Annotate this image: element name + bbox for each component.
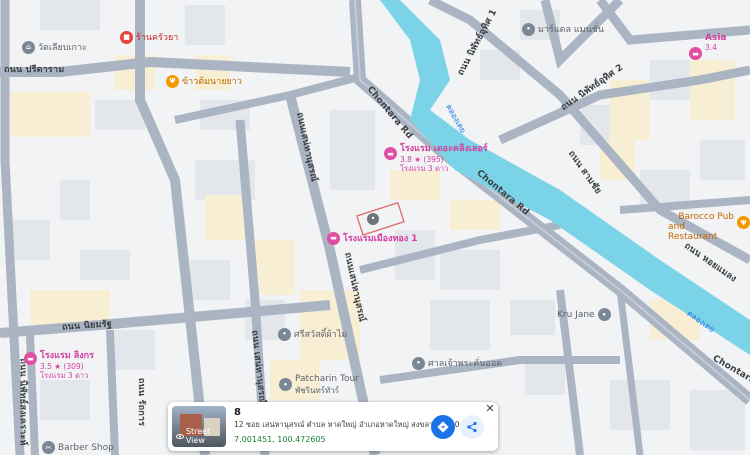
share-icon xyxy=(467,421,477,433)
poi-hotel-right-label: Asia xyxy=(705,33,727,43)
poi-restaurant-top-label: ร้านครัวยา xyxy=(136,33,179,43)
place-icon: • xyxy=(522,22,535,36)
poi-hotel-top[interactable]: ▬ โรงแรม เดอะคลิงเลอร์ 3.8 ★ (395) โรงแร… xyxy=(384,141,488,173)
poi-barber-label: Barber Shop xyxy=(58,442,114,453)
street-view-icon xyxy=(176,433,184,439)
poi-hotel-right-rating: 3.4 xyxy=(705,43,717,52)
shopping-bag-icon: ■ xyxy=(120,30,133,44)
poi-temple-lower[interactable]: • ศรีสวัสดิ์ผ้าไม xyxy=(278,327,347,341)
place-icon: • xyxy=(597,308,611,321)
place-icon: • xyxy=(278,327,291,341)
road-label-preedaram: ถนน ปรีดาราม xyxy=(4,65,65,75)
poi-barocco-label-1: Barocco Pub xyxy=(678,212,734,222)
bed-icon: ▬ xyxy=(327,231,340,245)
poi-hotel-left-class: โรงแรม 3 ดาว xyxy=(40,371,89,380)
poi-patcharin[interactable]: • Patcharin Tour พัชรินทร์ทัวร์ xyxy=(279,374,359,397)
place-info-card[interactable]: Street View 8 12 ซอย เสน่หานุสรณ์ ตำบล ห… xyxy=(168,402,498,451)
place-address: 12 ซอย เสน่หานุสรณ์ ตำบล หาดใหญ่ อำเภอหา… xyxy=(234,420,460,429)
place-icon: • xyxy=(279,378,292,391)
poi-shrine[interactable]: • ศาลเจ้าพระคั่นออค xyxy=(412,356,502,370)
poi-hotel-center-label: โรงแรมเมืองทอง 1 xyxy=(343,234,418,244)
bed-icon: ▬ xyxy=(689,47,702,60)
road-label-ratthakan: ถนน รัถการ xyxy=(136,377,147,427)
scissors-icon: ✂ xyxy=(42,441,55,454)
poi-hotel-top-class: โรงแรม 3 ดาว xyxy=(400,164,449,173)
fork-knife-icon: Ψ xyxy=(737,216,750,229)
poi-hotel-left[interactable]: ▬ โรงแรม ลิงกร 3.5 ★ (309) โรงแรม 3 ดาว xyxy=(24,348,94,380)
poi-restaurant-top[interactable]: ■ ร้านครัวยา xyxy=(120,30,178,44)
poi-temple-label: วัดเลียบเกาะ xyxy=(38,43,87,53)
poi-restaurant-khao-label: ข้าวต้มนายยาว xyxy=(182,77,242,87)
bed-icon: ▬ xyxy=(24,352,37,365)
poi-temple[interactable]: ⌂ วัดเลียบเกาะ xyxy=(22,40,87,54)
directions-button[interactable] xyxy=(431,415,455,439)
poi-hotel-center[interactable]: ▬ โรงแรมเมืองทอง 1 xyxy=(327,231,418,245)
street-view-text: Street View xyxy=(185,427,211,445)
poi-barber[interactable]: ✂ Barber Shop xyxy=(42,441,114,454)
close-button[interactable]: ✕ xyxy=(484,403,496,415)
poi-patcharin-label-1: Patcharin Tour xyxy=(295,374,359,384)
share-button[interactable] xyxy=(460,415,484,439)
poi-hotel-top-rating: 3.8 ★ (395) xyxy=(400,155,444,164)
directions-icon xyxy=(437,421,449,433)
street-view-label: Street View xyxy=(176,427,226,445)
poi-market[interactable]: • มาร์แตล แมนชั่น xyxy=(522,22,604,36)
poi-hotel-left-label: โรงแรม ลิงกร xyxy=(40,351,94,361)
poi-market-label: มาร์แตล แมนชั่น xyxy=(538,25,604,35)
poi-temple-lower-label: ศรีสวัสดิ์ผ้าไม xyxy=(294,330,348,340)
poi-kru-jane-label: Kru Jane xyxy=(557,309,595,320)
place-title: 8 xyxy=(234,407,241,418)
fork-knife-icon: Ψ xyxy=(166,74,179,88)
map-canvas[interactable] xyxy=(0,0,750,455)
poi-kru-jane[interactable]: Kru Jane • xyxy=(557,308,611,321)
poi-hotel-top-label: โรงแรม เดอะคลิงเลอร์ xyxy=(400,144,488,154)
poi-barocco-label-2: and Restaurant xyxy=(668,222,718,242)
temple-icon: ⌂ xyxy=(22,40,35,54)
poi-restaurant-khao[interactable]: Ψ ข้าวต้มนายยาว xyxy=(166,74,242,88)
poi-patcharin-label-2: พัชรินทร์ทัวร์ xyxy=(295,386,340,395)
street-view-thumbnail[interactable]: Street View xyxy=(172,406,226,447)
place-coordinates[interactable]: 7.001451, 100.472605 xyxy=(234,435,326,444)
place-pin-icon[interactable]: • xyxy=(367,213,379,225)
poi-shrine-label: ศาลเจ้าพระคั่นออค xyxy=(428,359,503,369)
poi-hotel-right[interactable]: ▬ Asia 3.4 xyxy=(689,33,726,60)
poi-barocco[interactable]: Barocco Pub and Restaurant Ψ xyxy=(668,212,750,242)
place-icon: • xyxy=(412,356,425,370)
poi-hotel-left-rating: 3.5 ★ (309) xyxy=(40,362,84,371)
bed-icon: ▬ xyxy=(384,147,397,160)
